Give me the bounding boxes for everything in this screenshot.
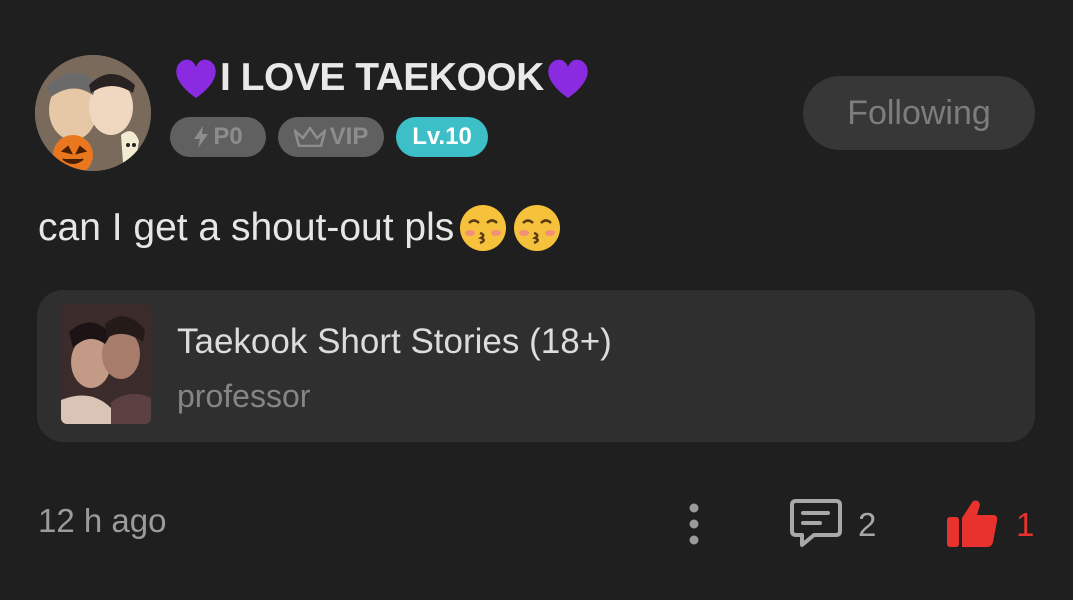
following-button-label: Following bbox=[847, 93, 991, 132]
author-name-text: I LOVE TAEKOOK bbox=[220, 56, 544, 99]
kissing-face-emoji-icon bbox=[514, 205, 561, 251]
kissing-face-emoji-icon bbox=[460, 205, 507, 251]
post-timestamp: 12 h ago bbox=[38, 502, 167, 539]
points-badge-label: P0 bbox=[213, 123, 243, 150]
comment-icon[interactable] bbox=[788, 497, 844, 551]
vip-badge[interactable]: VIP bbox=[278, 117, 384, 157]
story-subtitle: professor bbox=[177, 378, 311, 414]
points-badge[interactable]: P0 bbox=[170, 117, 266, 157]
more-options-icon[interactable] bbox=[680, 500, 708, 548]
level-badge-label: Lv.10 bbox=[412, 123, 472, 150]
author-name[interactable]: I LOVE TAEKOOK bbox=[172, 52, 592, 104]
purple-heart-icon bbox=[176, 59, 216, 98]
story-cover-image bbox=[61, 304, 151, 424]
post-text: can I get a shout-out pls bbox=[38, 206, 455, 249]
linked-story-card[interactable]: Taekook Short Stories (18+) professor bbox=[37, 290, 1035, 442]
lightning-icon bbox=[194, 126, 209, 148]
thumbs-up-icon[interactable] bbox=[945, 497, 999, 549]
purple-heart-icon bbox=[548, 59, 588, 98]
post-body: can I get a shout-out pls bbox=[38, 200, 562, 256]
author-badges: P0 VIP Lv.10 bbox=[170, 117, 488, 157]
following-button[interactable]: Following bbox=[803, 76, 1035, 150]
like-count: 1 bbox=[1016, 506, 1035, 543]
level-badge[interactable]: Lv.10 bbox=[396, 117, 488, 157]
crown-icon bbox=[293, 127, 326, 147]
vip-badge-label: VIP bbox=[329, 123, 369, 150]
author-avatar[interactable] bbox=[35, 55, 151, 171]
comment-count: 2 bbox=[858, 506, 877, 543]
story-title: Taekook Short Stories (18+) bbox=[177, 322, 612, 361]
